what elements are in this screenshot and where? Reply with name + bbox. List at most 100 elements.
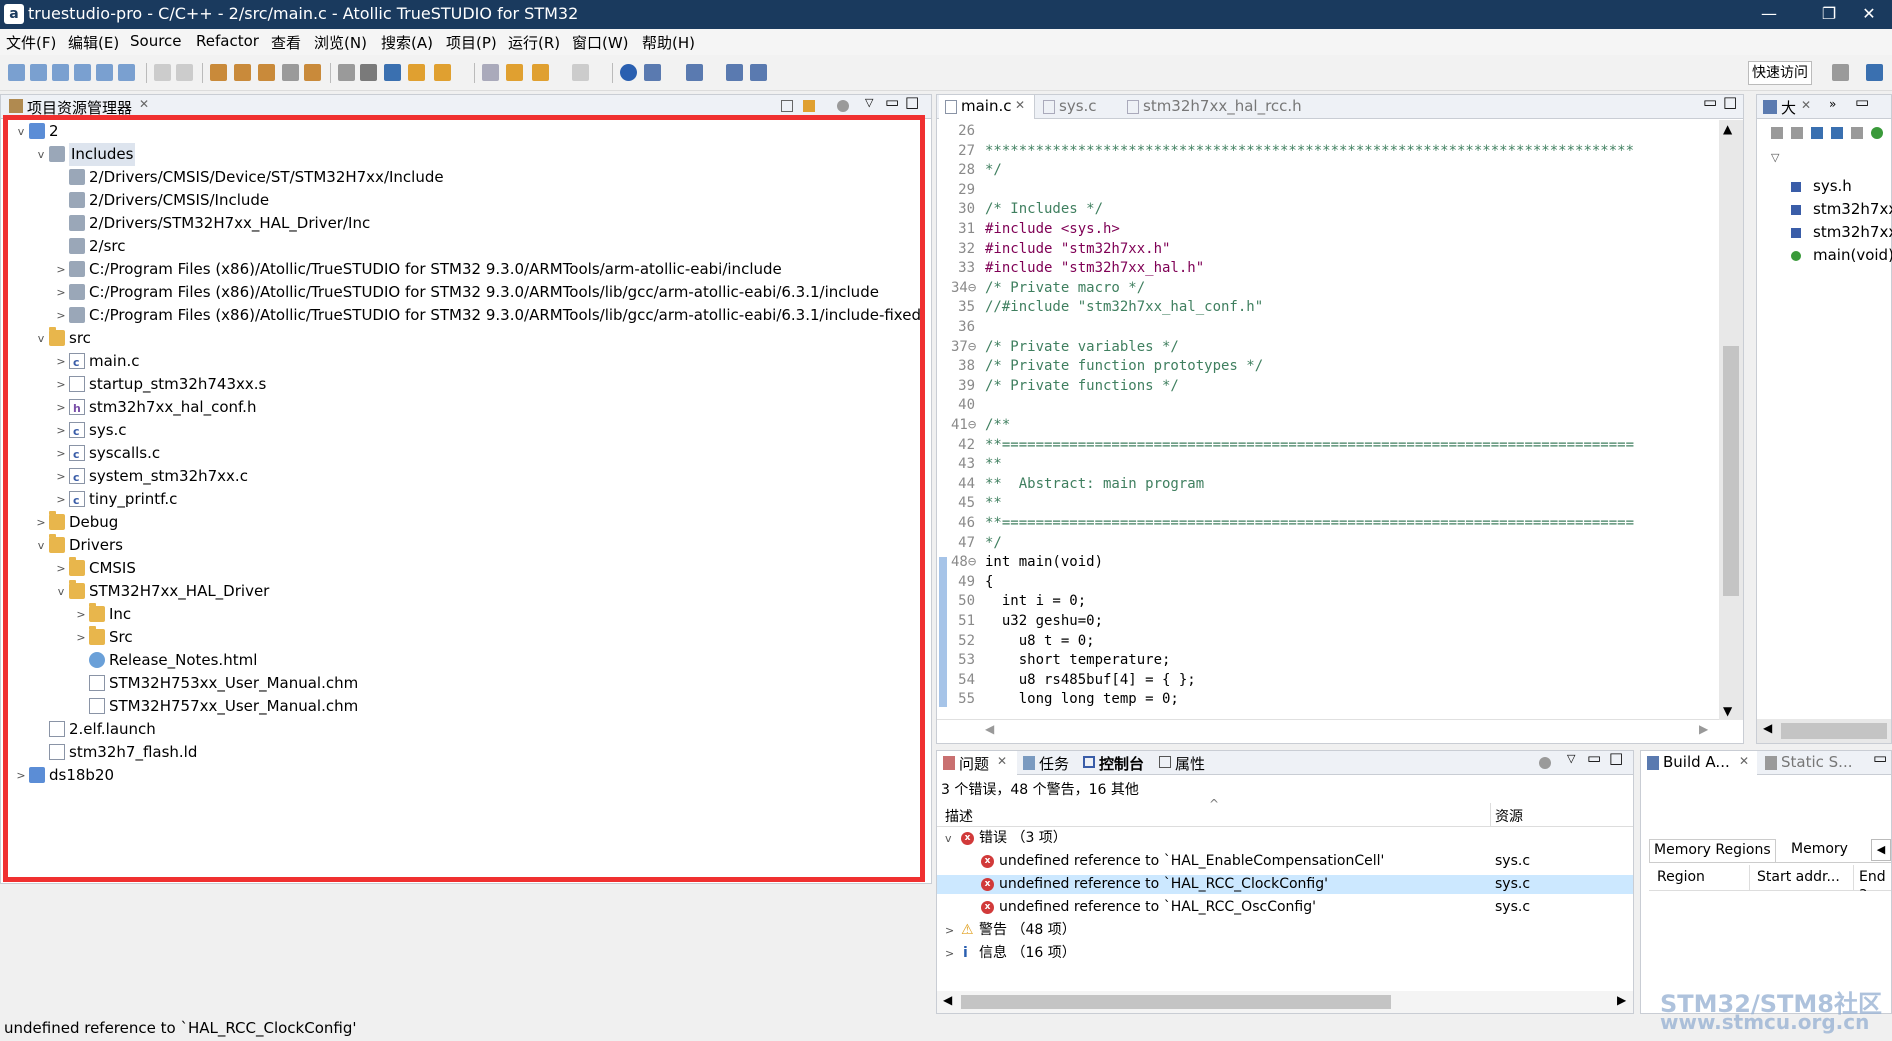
menu-file[interactable]: 文件(F) <box>6 32 56 53</box>
outline-hscroll[interactable]: ◀ <box>1757 719 1891 743</box>
next-icon[interactable] <box>572 64 589 81</box>
expand-arrow-icon[interactable]: v <box>35 143 47 166</box>
tab-project-explorer[interactable]: 项目资源管理器 <box>27 97 132 118</box>
scroll-down-icon[interactable]: ▼ <box>1723 704 1732 718</box>
build-target-icon[interactable] <box>304 64 321 81</box>
code-line[interactable]: 33 #include "stm32h7xx_hal.h" <box>951 260 1711 277</box>
tab-tasks[interactable]: 任务 <box>1019 751 1079 775</box>
tree-item[interactable]: v Includes <box>1 143 921 166</box>
maximize-view-icon[interactable]: □ <box>1723 93 1737 111</box>
col-region[interactable]: Region <box>1657 869 1705 885</box>
code-line[interactable]: 26 <box>951 123 1711 140</box>
collapse-arrow-icon[interactable]: > <box>55 442 67 465</box>
tree-item[interactable]: > C:/Program Files (x86)/Atollic/TrueSTUD… <box>1 258 921 281</box>
tree-item[interactable]: > stm32h7xx_hal_conf.h <box>1 396 921 420</box>
minimize-view-icon[interactable]: ▭ <box>1703 93 1717 111</box>
exit-icon[interactable] <box>750 64 767 81</box>
save-icon[interactable] <box>154 64 171 81</box>
tree-item[interactable]: 2/src <box>1 235 921 258</box>
editor-vscroll[interactable]: ▲ ▼ <box>1719 120 1743 720</box>
code-line[interactable]: 29 <box>951 182 1711 199</box>
minimize-view-icon[interactable]: ▭ <box>885 93 899 111</box>
tree-item[interactable]: > syscalls.c <box>1 442 921 466</box>
settings-icon[interactable] <box>338 64 355 81</box>
tree-item[interactable]: > Debug <box>1 511 921 534</box>
clean-icon[interactable] <box>282 64 299 81</box>
scroll-left-icon[interactable]: ◀ <box>1763 721 1772 735</box>
import-icon[interactable] <box>96 64 113 81</box>
collapse-arrow-icon[interactable]: > <box>55 396 67 419</box>
tab-problems[interactable]: 问题 ✕ <box>937 751 1017 775</box>
errors-group[interactable]: v x 错误 （3 项） <box>937 829 1633 848</box>
maximize-view-icon[interactable]: □ <box>905 93 919 111</box>
tree-item[interactable]: > main.c <box>1 350 921 374</box>
tab-memory-details[interactable]: Memory <box>1791 841 1848 857</box>
menu-project[interactable]: 项目(P) <box>446 32 497 53</box>
hide-fields-icon[interactable] <box>1791 127 1803 139</box>
expand-arrow-icon[interactable]: v <box>35 327 47 350</box>
tab-scroll-left-icon[interactable]: ◀ <box>1871 839 1891 861</box>
collapse-arrow-icon[interactable]: > <box>15 764 27 787</box>
outline-arrow-icon[interactable]: ▽ <box>1771 151 1779 164</box>
code-line[interactable]: 53 short temperature; <box>951 652 1711 669</box>
new-file-icon[interactable] <box>30 64 47 81</box>
col-resource[interactable]: 资源 <box>1495 806 1523 826</box>
cpp-perspective-icon[interactable] <box>1866 64 1883 81</box>
tree-item[interactable]: v2 <box>1 120 921 143</box>
tree-item[interactable]: v STM32H7xx_HAL_Driver <box>1 580 921 603</box>
tree-item[interactable]: > startup_stm32h743xx.s <box>1 373 921 396</box>
close-tab-icon[interactable]: ✕ <box>1739 754 1749 768</box>
quick-access-field[interactable]: 快速访问 <box>1748 61 1812 85</box>
run-icon[interactable] <box>434 64 451 81</box>
col-start-address[interactable]: Start addr... <box>1757 869 1840 885</box>
tree-item[interactable]: 2/Drivers/CMSIS/Include <box>1 189 921 212</box>
sort-icon[interactable] <box>1771 127 1783 139</box>
collapse-all-icon[interactable] <box>781 100 793 112</box>
menu-source[interactable]: Source <box>130 32 182 50</box>
collapse-arrow-icon[interactable]: > <box>55 557 67 580</box>
debug-icon[interactable] <box>360 64 377 81</box>
problem-row[interactable]: x undefined reference to `HAL_EnableCompe… <box>937 852 1633 871</box>
expand-arrow-icon[interactable]: v <box>15 120 27 143</box>
minimize-button[interactable]: — <box>1746 0 1792 29</box>
menu-window[interactable]: 窗口(W) <box>572 32 629 53</box>
tree-item[interactable]: > C:/Program Files (x86)/Atollic/TrueSTUD… <box>1 281 921 304</box>
menu-edit[interactable]: 编辑(E) <box>68 32 119 53</box>
tree-item[interactable]: > system_stm32h7xx.c <box>1 465 921 489</box>
new-icon[interactable] <box>8 64 25 81</box>
code-line[interactable]: 35 //#include "stm32h7xx_hal_conf.h" <box>951 299 1711 316</box>
close-tab-icon[interactable]: ✕ <box>139 97 149 111</box>
link-icon[interactable] <box>1851 127 1863 139</box>
save-all-icon[interactable] <box>176 64 193 81</box>
view-menu-icon[interactable]: ▽ <box>1567 752 1575 765</box>
scroll-right-icon[interactable]: ▶ <box>1617 993 1626 1007</box>
code-line[interactable]: 37⊖ /* Private variables */ <box>951 339 1711 356</box>
code-line[interactable]: 49 { <box>951 574 1711 591</box>
code-line[interactable]: 50 int i = 0; <box>951 593 1711 610</box>
tab-main-c[interactable]: main.c ✕ <box>939 95 1035 119</box>
tree-item[interactable]: > Inc <box>1 603 921 626</box>
expand-arrow-icon[interactable]: v <box>35 534 47 557</box>
scroll-thumb[interactable] <box>1781 723 1887 739</box>
tree-item[interactable]: 2/Drivers/STM32H7xx_HAL_Driver/Inc <box>1 212 921 235</box>
new-header-icon[interactable] <box>52 64 69 81</box>
tab-sys-c[interactable]: sys.c <box>1037 95 1117 119</box>
scroll-left-icon[interactable]: ◀ <box>943 993 952 1007</box>
maximize-icon[interactable] <box>726 64 743 81</box>
rebuild-icon[interactable] <box>258 64 275 81</box>
tab-console[interactable]: 控制台 <box>1079 751 1155 775</box>
tree-item[interactable]: Release_Notes.html <box>1 649 921 672</box>
layout-icon[interactable] <box>686 64 703 81</box>
forward-icon[interactable] <box>532 64 549 81</box>
code-line[interactable]: 41⊖ /** <box>951 417 1711 434</box>
menu-navigate[interactable]: 浏览(N) <box>314 32 367 53</box>
minimize-view-icon[interactable]: ▭ <box>1873 749 1887 767</box>
menu-help[interactable]: 帮助(H) <box>642 32 695 53</box>
hide-nonpublic-icon[interactable] <box>1831 127 1843 139</box>
col-description[interactable]: 描述 <box>945 806 973 826</box>
build-icon[interactable] <box>210 64 227 81</box>
tab-outline[interactable]: 大 <box>1781 97 1796 118</box>
problem-row[interactable]: x undefined reference to `HAL_RCC_ClockCo… <box>937 875 1633 894</box>
code-area[interactable]: 26 27 ************************************… <box>951 123 1717 713</box>
tree-item[interactable]: stm32h7_flash.ld <box>1 741 921 764</box>
